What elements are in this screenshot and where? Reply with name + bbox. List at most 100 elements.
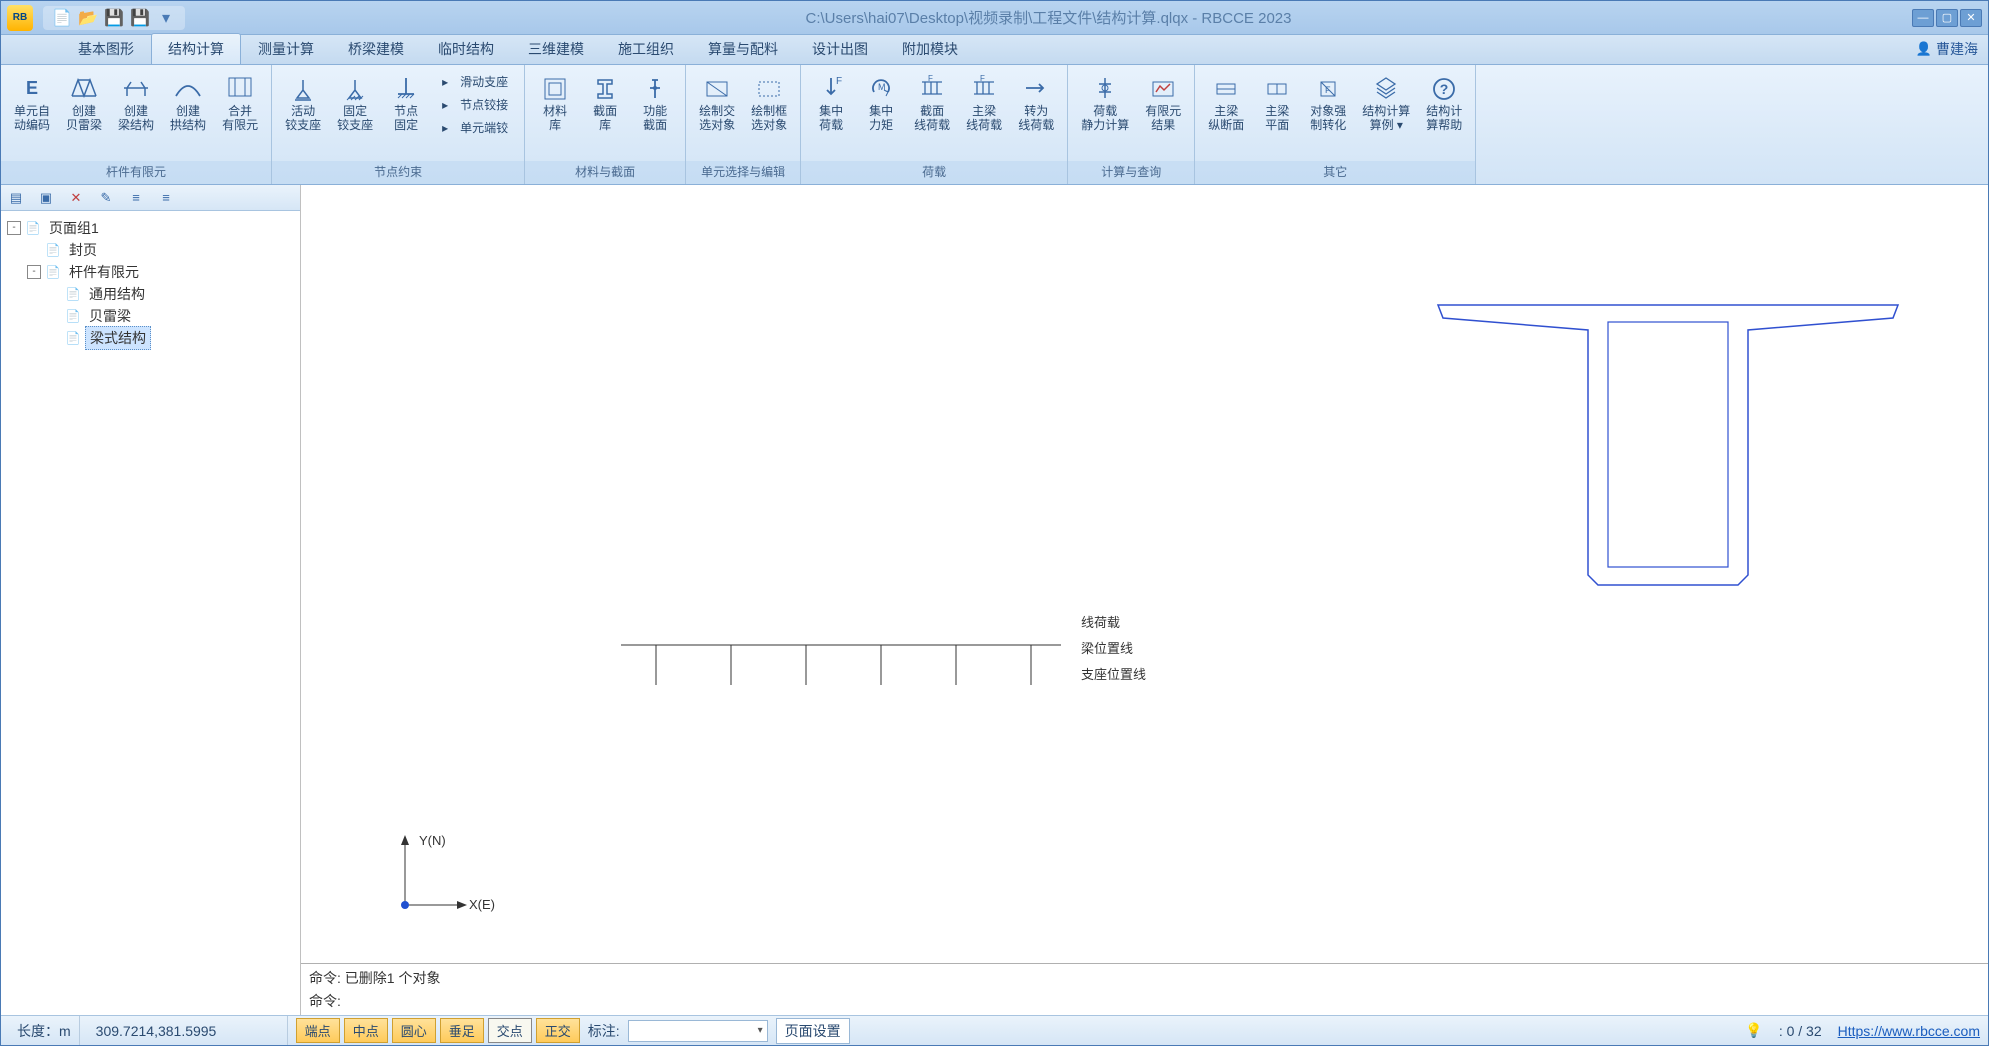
qat-dropdown-icon[interactable]: ▾ <box>157 9 175 27</box>
cross-section <box>1433 300 1903 600</box>
menu-tab-2[interactable]: 测量计算 <box>241 33 331 64</box>
ribbon-btn-3-0[interactable]: 绘制交 选对象 <box>692 69 742 137</box>
menu-tab-9[interactable]: 附加模块 <box>885 33 975 64</box>
edit-icon[interactable]: ✎ <box>97 189 115 207</box>
ribbon-btn-label: 主梁 纵断面 <box>1208 104 1244 132</box>
ribbon-group-label: 计算与查询 <box>1068 161 1194 184</box>
save-as-icon[interactable]: 💾 <box>131 9 149 27</box>
ribbon-btn-4-4[interactable]: 转为 线荷载 <box>1011 69 1061 137</box>
drawing-canvas[interactable]: 线荷载 梁位置线 支座位置线 Y(N) X(E) <box>301 185 1988 963</box>
new-file-icon[interactable]: 📄 <box>53 9 71 27</box>
tree-item-2[interactable]: -📄杆件有限元 <box>5 261 296 283</box>
ribbon-btn-2-2[interactable]: 功能 截面 <box>631 69 679 137</box>
ribbon-btn-6-4[interactable]: ?结构计 算帮助 <box>1419 69 1469 137</box>
menu-tab-8[interactable]: 设计出图 <box>795 33 885 64</box>
ex-icon <box>1371 74 1401 102</box>
ribbon-small-1-1[interactable]: ▸节点铰接 <box>436 94 514 115</box>
outdent-icon[interactable]: ≡ <box>127 189 145 207</box>
ribbon-btn-label: 创建 拱结构 <box>170 104 206 132</box>
small-icon: ▸ <box>442 98 456 112</box>
fsec-icon <box>640 74 670 102</box>
ribbon-small-1-2[interactable]: ▸单元端铰 <box>436 117 514 138</box>
ribbon-btn-6-0[interactable]: 主梁 纵断面 <box>1201 69 1251 137</box>
svg-text:M: M <box>878 82 886 92</box>
ribbon-small-1-0[interactable]: ▸滑动支座 <box>436 71 514 92</box>
ribbon-btn-5-1[interactable]: 有限元 结果 <box>1138 69 1188 137</box>
ribbon-btn-1-0[interactable]: 活动 铰支座 <box>278 69 328 137</box>
ribbon-btn-2-0[interactable]: 材料 库 <box>531 69 579 137</box>
menu-tab-0[interactable]: 基本图形 <box>61 33 151 64</box>
title-bar: RB 📄 📂 💾 💾 ▾ C:\Users\hai07\Desktop\视频录制… <box>1 1 1988 35</box>
ribbon-btn-6-2[interactable]: F对象强 制转化 <box>1303 69 1353 137</box>
ribbon-btn-3-1[interactable]: 绘制框 选对象 <box>744 69 794 137</box>
sup1-icon <box>288 74 318 102</box>
menu-tab-7[interactable]: 算量与配料 <box>691 33 795 64</box>
merge-icon <box>225 74 255 102</box>
ribbon-group-label: 其它 <box>1195 161 1475 184</box>
page-tree[interactable]: -📄页面组1📄封页-📄杆件有限元📄通用结构📄贝雷梁📄梁式结构 <box>1 211 300 1015</box>
ribbon-btn-label: 结构计 算帮助 <box>1426 104 1462 132</box>
page-settings-button[interactable]: 页面设置 <box>776 1018 850 1044</box>
tree-item-5[interactable]: 📄梁式结构 <box>5 327 296 349</box>
snap-1[interactable]: 中点 <box>344 1018 388 1043</box>
ribbon-btn-0-0[interactable]: E单元自 动编码 <box>7 69 57 137</box>
tree-item-0[interactable]: -📄页面组1 <box>5 217 296 239</box>
ribbon-btn-0-2[interactable]: 创建 梁结构 <box>111 69 161 137</box>
snap-5[interactable]: 正交 <box>536 1018 580 1043</box>
ribbon-btn-0-4[interactable]: 合并 有限元 <box>215 69 265 137</box>
ribbon-group-label: 单元选择与编辑 <box>686 161 800 184</box>
ribbon-btn-4-2[interactable]: F截面 线荷载 <box>907 69 957 137</box>
tree-item-4[interactable]: 📄贝雷梁 <box>5 305 296 327</box>
window-title: C:\Users\hai07\Desktop\视频录制\工程文件\结构计算.ql… <box>185 7 1912 28</box>
website-link[interactable]: Https://www.rbcce.com <box>1838 1023 1980 1039</box>
copy-page-icon[interactable]: ▣ <box>37 189 55 207</box>
menu-tab-3[interactable]: 桥梁建模 <box>331 33 421 64</box>
lamp-icon: 💡 <box>1745 1022 1762 1039</box>
delete-icon[interactable]: ✕ <box>67 189 85 207</box>
ribbon-btn-1-2[interactable]: 节点 固定 <box>382 69 430 137</box>
page-icon: 📄 <box>45 243 61 257</box>
menu-tab-1[interactable]: 结构计算 <box>151 33 241 64</box>
ribbon-btn-5-0[interactable]: 荷载 静力计算 <box>1074 69 1136 137</box>
ribbon-btn-label: 节点 固定 <box>394 104 418 132</box>
q1-icon: F <box>917 74 947 102</box>
beam-icon <box>121 74 151 102</box>
annotation-label: 标注: <box>588 1021 620 1041</box>
svg-text:F: F <box>1325 85 1331 95</box>
snap-0[interactable]: 端点 <box>296 1018 340 1043</box>
canvas-area: 线荷载 梁位置线 支座位置线 Y(N) X(E) <box>301 185 1988 1015</box>
save-icon[interactable]: 💾 <box>105 9 123 27</box>
close-button[interactable]: ✕ <box>1960 9 1982 27</box>
snap-3[interactable]: 垂足 <box>440 1018 484 1043</box>
annotation-combo[interactable] <box>628 1020 768 1042</box>
maximize-button[interactable]: ▢ <box>1936 9 1958 27</box>
user-badge[interactable]: 曹建海 <box>1916 39 1978 59</box>
tree-toggle-icon[interactable]: - <box>27 265 41 279</box>
menu-tab-4[interactable]: 临时结构 <box>421 33 511 64</box>
indent-icon[interactable]: ≡ <box>157 189 175 207</box>
beam-diagram: 线荷载 梁位置线 支座位置线 <box>621 615 1241 735</box>
menu-tab-6[interactable]: 施工组织 <box>601 33 691 64</box>
ribbon-btn-4-1[interactable]: M集中 力矩 <box>857 69 905 137</box>
tree-item-1[interactable]: 📄封页 <box>5 239 296 261</box>
ribbon-btn-4-0[interactable]: F集中 荷载 <box>807 69 855 137</box>
tree-item-3[interactable]: 📄通用结构 <box>5 283 296 305</box>
open-file-icon[interactable]: 📂 <box>79 9 97 27</box>
ribbon-btn-6-3[interactable]: 结构计算 算例 ▾ <box>1355 69 1417 137</box>
snap-4[interactable]: 交点 <box>488 1018 532 1043</box>
ribbon-btn-0-3[interactable]: 创建 拱结构 <box>163 69 213 137</box>
tree-label: 杆件有限元 <box>65 261 143 283</box>
ribbon-btn-6-1[interactable]: 主梁 平面 <box>1253 69 1301 137</box>
ribbon-group-label: 杆件有限元 <box>1 161 271 184</box>
snap-2[interactable]: 圆心 <box>392 1018 436 1043</box>
command-prompt[interactable]: 命令: <box>309 991 1980 1011</box>
ribbon-btn-0-1[interactable]: 创建 贝雷梁 <box>59 69 109 137</box>
add-page-icon[interactable]: ▤ <box>7 189 25 207</box>
ribbon-btn-4-3[interactable]: F主梁 线荷载 <box>959 69 1009 137</box>
minimize-button[interactable]: — <box>1912 9 1934 27</box>
tree-toggle-icon[interactable]: - <box>7 221 21 235</box>
menu-tab-5[interactable]: 三维建模 <box>511 33 601 64</box>
ribbon-btn-2-1[interactable]: 截面 库 <box>581 69 629 137</box>
ribbon-btn-label: 绘制框 选对象 <box>751 104 787 132</box>
ribbon-btn-1-1[interactable]: 固定 铰支座 <box>330 69 380 137</box>
